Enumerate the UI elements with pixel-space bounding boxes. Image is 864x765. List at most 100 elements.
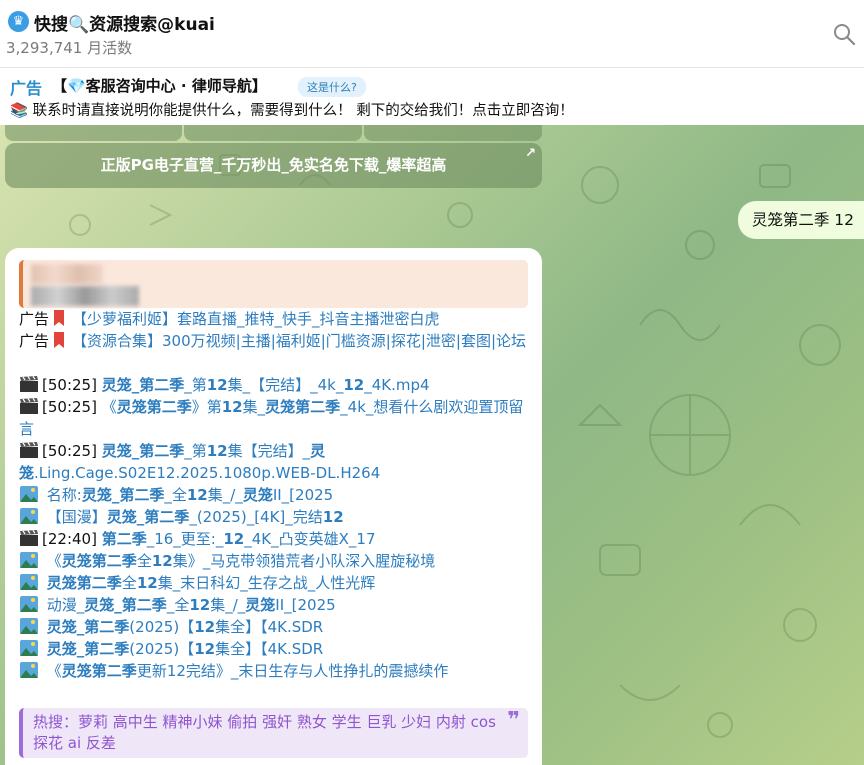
result-item[interactable]: [50:25] 《灵笼第二季》第12集_灵笼第二季_4k_想看什么剧欢迎置顶留言: [19, 396, 528, 440]
result-link-text[interactable]: 第二季: [102, 530, 147, 548]
ad-line-1: 广告 【少萝福利姬】套路直播_推特_快手_抖音主播泄密白虎: [19, 308, 528, 330]
result-item[interactable]: 灵笼_第二季(2025)【12集全】【4K.SDR: [19, 616, 528, 638]
result-link-text[interactable]: .Ling.Cage.S02E12.2025.1080p.WEB-DL.H264: [34, 464, 380, 482]
chat-area[interactable]: 正版PG电子直营_千万秒出_免实名免下载_爆率超高 ↗ 灵笼第二季 12 广告【…: [0, 125, 864, 765]
result-link-text[interactable]: 灵笼_第二季: [107, 508, 190, 526]
result-link-text[interactable]: 》第: [192, 398, 222, 416]
keyboard-link-button[interactable]: 正版PG电子直营_千万秒出_免实名免下载_爆率超高 ↗: [5, 143, 542, 188]
result-link-text[interactable]: 《: [102, 398, 117, 416]
result-item[interactable]: [50:25] 灵笼_第二季_第12集【完结】_灵笼.Ling.Cage.S02…: [19, 440, 528, 484]
result-link-text[interactable]: 灵笼: [245, 596, 275, 614]
result-item[interactable]: 【国漫】灵笼_第二季_(2025)_[4K]_完结12: [19, 506, 528, 528]
result-link-text[interactable]: 集》_马克带领猎荒者小队深入腥旋秘境: [173, 552, 436, 570]
search-button[interactable]: [832, 22, 856, 46]
result-link-text[interactable]: _全: [167, 596, 190, 614]
result-link-text[interactable]: 灵笼_第二季: [47, 618, 130, 636]
keyboard-button-partial[interactable]: [5, 125, 182, 141]
result-link-text[interactable]: _全: [164, 486, 187, 504]
result-link-text[interactable]: 12: [137, 574, 158, 592]
result-item[interactable]: [50:25] 灵笼_第二季_第12集_【完结】_4k_12_4K.mp4: [19, 374, 528, 396]
result-item[interactable]: 动漫_灵笼_第二季_全12集_/_灵笼II_[2025: [19, 594, 528, 616]
result-link-text[interactable]: II_[2025: [275, 596, 335, 614]
result-link-text[interactable]: 12: [323, 508, 344, 526]
result-link-text[interactable]: 【国漫】: [47, 508, 107, 526]
result-link-text[interactable]: 集【完结】_: [228, 442, 311, 460]
result-item[interactable]: 灵笼第二季全12集_末日科幻_生存之战_人性光辉: [19, 572, 528, 594]
result-link-text[interactable]: 集_【完结】_4k_: [228, 376, 344, 394]
result-link-text[interactable]: 12: [152, 552, 173, 570]
result-link-text[interactable]: 灵笼: [243, 486, 273, 504]
result-link-text[interactable]: 全: [122, 574, 137, 592]
picture-icon: [20, 596, 38, 612]
result-link-text[interactable]: 集_末日科幻_生存之战_人性光辉: [158, 574, 376, 592]
result-link-text[interactable]: _4K_凸变英雄X_17: [244, 530, 375, 548]
result-link-text[interactable]: _第: [184, 376, 207, 394]
result-link-text[interactable]: 12: [194, 640, 215, 658]
ad-link-1[interactable]: 【少萝福利姬】套路直播_推特_快手_抖音主播泄密白虎: [72, 310, 440, 328]
result-link-text[interactable]: 12: [343, 376, 364, 394]
result-link-text[interactable]: (2025)【: [129, 640, 194, 658]
result-link-text[interactable]: (2025)【: [129, 618, 194, 636]
incoming-message[interactable]: 广告 【少萝福利姬】套路直播_推特_快手_抖音主播泄密白虎 广告【资源合集】300…: [5, 248, 542, 765]
keyboard-button-partial[interactable]: [184, 125, 362, 141]
result-link-text[interactable]: 灵笼第二季: [62, 662, 137, 680]
keyboard-button-partial[interactable]: [364, 125, 542, 141]
picture-icon: [20, 640, 38, 656]
page-title[interactable]: 快搜🔍资源搜索@kuai: [34, 10, 215, 35]
result-link-text[interactable]: 动漫_: [47, 596, 85, 614]
ad-link-2[interactable]: 【资源合集】300万视频|主播|福利姬|门槛资源|探花|泄密|套图|论坛: [72, 332, 526, 350]
clapper-icon: [20, 397, 38, 414]
picture-icon: [20, 618, 38, 634]
whatis-button[interactable]: 这是什么?: [298, 77, 366, 97]
result-link-text[interactable]: 灵笼_第二季: [102, 376, 185, 394]
outgoing-message[interactable]: 灵笼第二季 12: [737, 201, 864, 239]
result-link-text[interactable]: 12: [223, 530, 244, 548]
result-link-text[interactable]: 灵笼第二季: [117, 398, 192, 416]
result-link-text[interactable]: 更新12完结》_末日生存与人性挣扎的震撼续作: [137, 662, 449, 680]
result-link-text[interactable]: 灵笼第二季: [265, 398, 340, 416]
result-link-text[interactable]: _第: [184, 442, 207, 460]
result-item[interactable]: 《灵笼第二季更新12完结》_末日生存与人性挣扎的震撼续作: [19, 660, 528, 682]
picture-icon: [20, 508, 38, 524]
reply-preview[interactable]: [19, 260, 528, 308]
keyboard-button-label: 正版PG电子直营_千万秒出_免实名免下载_爆率超高: [100, 156, 447, 174]
result-link-text[interactable]: 12: [194, 618, 215, 636]
result-link-text[interactable]: _16_更至:_: [147, 530, 224, 548]
result-item[interactable]: 灵笼_第二季(2025)【12集全】【4K.SDR: [19, 638, 528, 660]
result-link-text[interactable]: 灵笼_第二季: [84, 596, 167, 614]
result-item[interactable]: 名称:灵笼_第二季_全12集_/_灵笼II_[2025: [19, 484, 528, 506]
result-link-text[interactable]: _(2025)_[4K]_完结: [189, 508, 322, 526]
result-link-text[interactable]: 12: [189, 596, 210, 614]
result-item[interactable]: [22:40] 第二季_16_更至:_12_4K_凸变英雄X_17: [19, 528, 528, 550]
ad-label: 广告: [19, 310, 50, 328]
result-link-text[interactable]: 灵笼_第二季: [47, 640, 130, 658]
result-link-text[interactable]: II_[2025: [273, 486, 333, 504]
result-link-text[interactable]: 12: [187, 486, 208, 504]
result-link-text[interactable]: 《: [47, 552, 62, 570]
result-link-text[interactable]: 灵笼第二季: [47, 574, 122, 592]
result-link-text[interactable]: 12: [207, 442, 228, 460]
ad-title[interactable]: 【💎客服咨询中心 · 律师导航】: [52, 75, 267, 96]
external-link-icon: ↗: [525, 146, 536, 161]
result-link-text[interactable]: 12: [222, 398, 243, 416]
result-link-text[interactable]: 集_/_: [208, 486, 243, 504]
result-link-text[interactable]: 集全】【4K.SDR: [215, 640, 323, 658]
sponsored-banner[interactable]: 广告 【💎客服咨询中心 · 律师导航】 这是什么? 📚 联系时请直接说明你能提供…: [0, 69, 864, 125]
result-link-text[interactable]: 灵笼_第二季: [82, 486, 165, 504]
result-link-text[interactable]: 集全】【4K.SDR: [215, 618, 323, 636]
result-link-text[interactable]: 集_/_: [210, 596, 245, 614]
result-link-text[interactable]: 集_: [243, 398, 266, 416]
result-link-text[interactable]: 灵笼第二季: [62, 552, 137, 570]
picture-icon: [20, 574, 38, 590]
result-link-text[interactable]: 《: [47, 662, 62, 680]
result-link-text[interactable]: 全: [137, 552, 152, 570]
bookmark-icon: [54, 310, 65, 326]
ad-description[interactable]: 📚 联系时请直接说明你能提供什么，需要得到什么！ 剩下的交给我们！点击立即咨询！: [10, 99, 574, 120]
result-prefix: [50:25]: [42, 376, 102, 394]
result-link-text[interactable]: 名称:: [47, 486, 82, 504]
result-item[interactable]: 《灵笼第二季全12集》_马克带领猎荒者小队深入腥旋秘境: [19, 550, 528, 572]
result-link-text[interactable]: 灵笼_第二季: [102, 442, 185, 460]
result-link-text[interactable]: _4K.mp4: [364, 376, 429, 394]
search-results: [50:25] 灵笼_第二季_第12集_【完结】_4k_12_4K.mp4 [50…: [19, 374, 528, 682]
result-link-text[interactable]: 12: [207, 376, 228, 394]
